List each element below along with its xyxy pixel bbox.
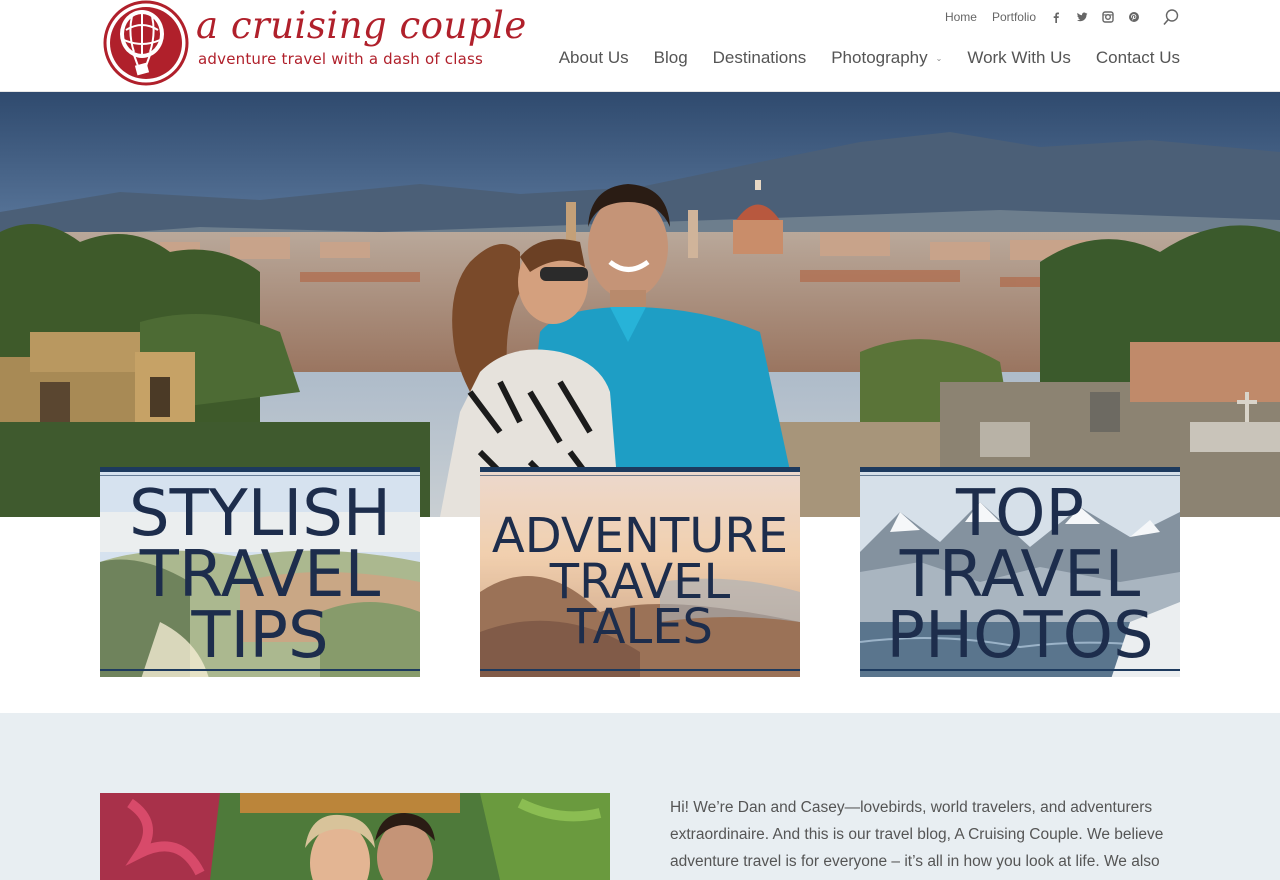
- card-title: ADVENTURE TRAVEL TALES: [480, 508, 800, 656]
- instagram-icon[interactable]: [1102, 11, 1114, 23]
- card-bottom-rule: [860, 669, 1180, 671]
- card-line: TIPS: [191, 598, 329, 673]
- search-icon[interactable]: [1162, 8, 1180, 26]
- nav-label: About Us: [558, 48, 629, 67]
- nav-label: Blog: [653, 48, 688, 67]
- card-line: STYLISH: [128, 477, 392, 551]
- nav-label: Work With Us: [967, 48, 1071, 67]
- nav-photography[interactable]: Photography ⌄: [831, 48, 942, 68]
- card-title: STYLISH TRAVEL TIPS: [100, 477, 420, 673]
- top-link-home[interactable]: Home: [945, 10, 977, 24]
- about-couple-photo: [100, 793, 610, 880]
- card-line: TRAVEL: [139, 537, 381, 612]
- twitter-icon[interactable]: [1076, 11, 1088, 23]
- florence-couple-photo: [0, 92, 1280, 517]
- facebook-icon[interactable]: [1050, 11, 1062, 23]
- nav-blog[interactable]: Blog: [654, 48, 688, 68]
- top-travel-photos-card[interactable]: TOP TRAVEL PHOTOS: [860, 467, 1180, 677]
- card-line: TOP: [955, 477, 1085, 551]
- intro-paragraph: Hi! We’re Dan and Casey—lovebirds, world…: [670, 799, 1164, 870]
- logo-title: a cruising couple: [196, 4, 527, 47]
- hero-photo: [0, 92, 1280, 517]
- top-link-portfolio[interactable]: Portfolio: [992, 10, 1036, 24]
- stylish-travel-tips-card[interactable]: STYLISH TRAVEL TIPS: [100, 467, 420, 677]
- card-top-rule: [860, 475, 1180, 476]
- nav-destinations[interactable]: Destinations: [713, 48, 807, 68]
- card-line: ADVENTURE: [491, 508, 789, 564]
- card-top-rule: [100, 475, 420, 476]
- card-line: PHOTOS: [886, 598, 1154, 673]
- primary-nav: About Us Blog Destinations Photography ⌄ …: [559, 48, 1180, 68]
- couple-in-garden-photo: [100, 793, 610, 880]
- card-line: TALES: [567, 599, 713, 656]
- logo-tagline: adventure travel with a dash of class: [198, 50, 484, 68]
- nav-label: Photography: [831, 48, 928, 67]
- card-bottom-rule: [100, 669, 420, 671]
- card-line: TRAVEL: [899, 537, 1141, 612]
- site-logo[interactable]: a cruising couple adventure travel with …: [102, 0, 526, 88]
- card-title: TOP TRAVEL PHOTOS: [860, 477, 1180, 673]
- nav-contact-us[interactable]: Contact Us: [1096, 48, 1180, 68]
- nav-label: Destinations: [712, 48, 807, 67]
- adventure-travel-tales-card[interactable]: ADVENTURE TRAVEL TALES: [480, 467, 800, 677]
- chevron-down-icon: ⌄: [935, 53, 943, 63]
- card-bottom-rule: [480, 669, 800, 671]
- card-top-rule: [480, 475, 800, 476]
- nav-about-us[interactable]: About Us: [559, 48, 629, 68]
- nav-label: Contact Us: [1095, 48, 1180, 67]
- hot-air-balloon-logo-icon: [103, 0, 189, 86]
- nav-work-with-us[interactable]: Work With Us: [967, 48, 1071, 68]
- pinterest-icon[interactable]: [1128, 11, 1140, 23]
- site-header: a cruising couple adventure travel with …: [0, 0, 1280, 92]
- secondary-nav: Home Portfolio: [930, 8, 1180, 26]
